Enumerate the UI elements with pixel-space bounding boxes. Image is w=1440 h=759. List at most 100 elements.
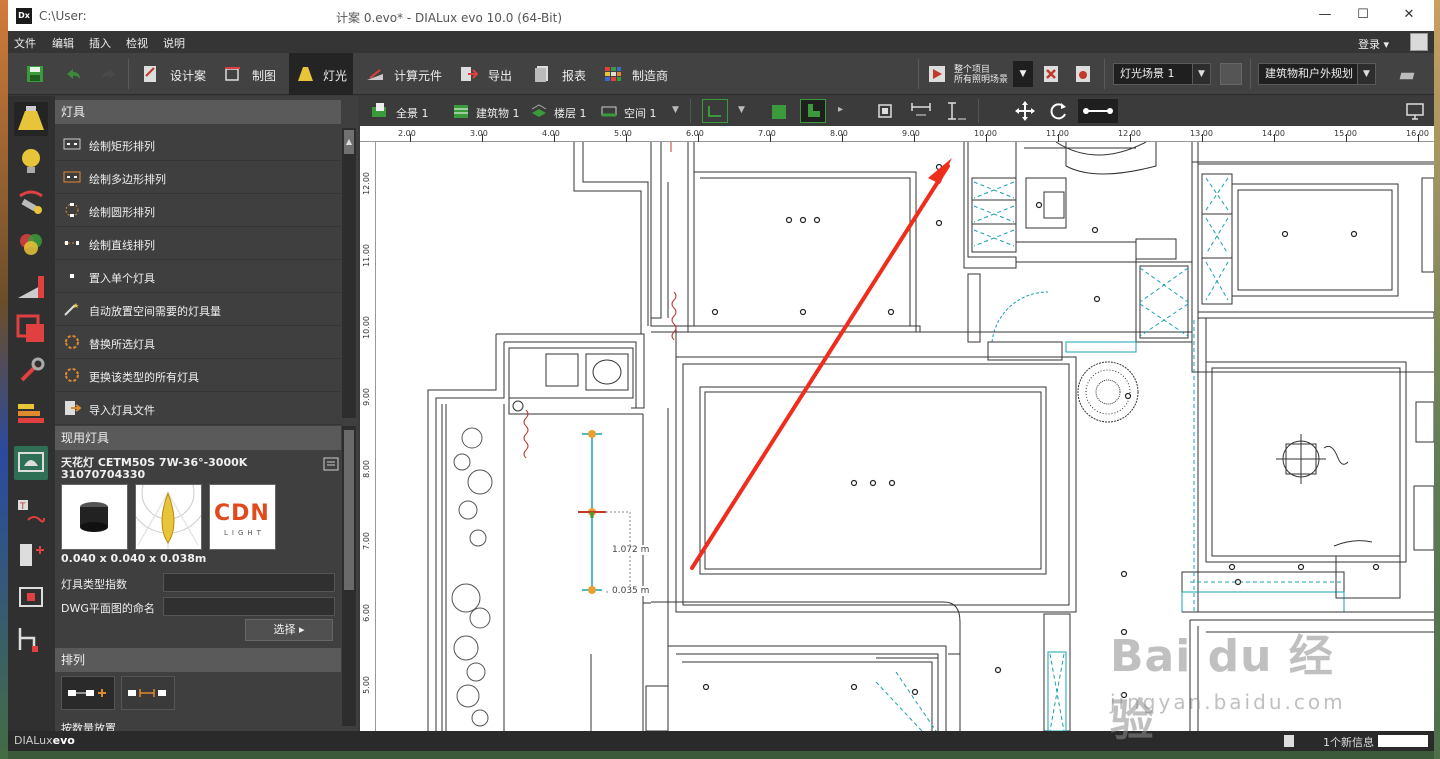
group-icon[interactable] [14,312,48,346]
tools-icon[interactable] [14,354,48,388]
chevron-down-icon: ▼ [1192,64,1210,84]
planning-mode-select[interactable]: 建筑物和户外规划 ▼ [1258,63,1376,85]
luminaire-panel: 灯具 ▲ 绘制矩形排列 绘制多边形排列 绘制圆形排列 绘制直线排列 置入单个灯具… [55,96,358,731]
move-button[interactable] [1012,99,1038,123]
close-button[interactable]: ✕ [1394,5,1424,25]
redo-icon[interactable] [100,65,118,83]
tab-manufacturer[interactable]: 制造商 [604,53,676,95]
calculation-dropdown-button[interactable]: ▼ [1013,61,1033,87]
type-index-field[interactable] [163,573,335,592]
tab-calculation[interactable]: 计算元件 [366,53,456,95]
list-item-draw-line-array[interactable]: 绘制直线排列 [55,227,341,260]
menu-view[interactable]: 检视 [126,35,148,51]
tab-export[interactable]: 导出 [460,53,520,95]
building-icon [454,105,468,118]
menu-edit[interactable]: 编辑 [52,35,74,51]
list-item-draw-polygon-array[interactable]: 绘制多边形排列 [55,161,341,194]
select-button[interactable]: 选择 ▸ [245,619,333,641]
calculation-settings-icon[interactable] [1074,65,1092,83]
array-spacing-icon [128,689,166,697]
light-scene-select[interactable]: 灯光场景 1 ▼ [1113,63,1211,85]
list-item-replace-selected[interactable]: 替换所选灯具 [55,326,341,359]
list-item-draw-rectangle-array[interactable]: 绘制矩形排列 [55,128,341,161]
zoom-fit-button[interactable] [872,99,898,123]
list-item-place-single[interactable]: 置入单个灯具 [55,260,341,293]
avatar[interactable] [1410,33,1428,51]
scroll-up-arrow[interactable]: ▲ [344,130,354,154]
current-luminaire-header: 现用灯具 [55,426,341,450]
panel-scrollbar[interactable]: ▲ [342,128,356,418]
floor-plan-view-button[interactable] [800,99,826,123]
magic-wand-icon [64,303,79,316]
dwg-name-field[interactable] [163,597,335,616]
light-scene-editor-button[interactable] [1220,63,1242,85]
list-item-auto-place[interactable]: 自动放置空间需要的灯具量 [55,293,341,326]
ruler-tick-label: 5.00 [362,676,371,694]
minimize-button[interactable]: — [1310,5,1340,25]
2d-view-button[interactable] [702,99,728,123]
undo-icon[interactable] [64,65,82,83]
tab-light[interactable]: 灯光 [289,53,353,95]
list-item-replace-type[interactable]: 更换该类型的所有灯具 [55,359,341,392]
arrangement-add-button[interactable] [61,676,115,710]
circle-array-icon [65,203,79,217]
monitor-icon[interactable] [14,446,48,480]
chevron-down-icon[interactable]: ▼ [738,105,745,115]
measure-vertical-button[interactable] [944,99,970,123]
room-icon [601,106,617,117]
text-annotation-icon[interactable]: T [14,496,48,530]
3d-view-button[interactable] [766,99,792,123]
delete-results-icon[interactable] [1042,65,1060,83]
start-calculation-icon[interactable] [928,65,946,83]
array-add-icon [68,689,106,697]
toolbar-separator [1250,59,1251,89]
align-line-button[interactable] [1078,99,1118,123]
list-item-draw-circle-array[interactable]: 绘制圆形排列 [55,194,341,227]
toolbar-separator [128,59,129,89]
menu-file[interactable]: 文件 [14,35,36,51]
align-icon[interactable] [14,622,48,656]
scrollbar-thumb[interactable] [344,430,354,590]
spotlight-icon [298,67,313,81]
chevron-right-icon[interactable]: ▸ [838,104,843,115]
layout-icon[interactable] [1398,67,1416,85]
replace-all-icon [65,368,79,382]
rotate-icon [1050,103,1066,120]
rotate-button[interactable] [1046,99,1072,123]
intensity-ramp-icon[interactable] [14,270,48,304]
ruler-tick [1418,134,1419,142]
tab-report[interactable]: 报表 [534,53,594,95]
fixture-details-icon[interactable] [323,457,339,471]
menu-help[interactable]: 说明 [163,35,185,51]
export-icon [461,67,478,81]
login-link[interactable]: 登录 ▾ [1358,36,1389,52]
display-settings-button[interactable] [1402,99,1428,123]
ruler-tick [482,134,483,142]
calculation-scope[interactable]: 整个项目 所有照明场景 [954,65,1008,85]
light-bulb-icon[interactable] [14,144,48,178]
progress-bar [1378,735,1428,747]
document-edit-icon [144,66,156,82]
selection-frame-icon[interactable] [14,580,48,614]
import-file-icon [65,401,81,415]
ruler-tick-label: 10.00 [362,316,371,339]
measure-horizontal-button[interactable] [908,99,934,123]
left-tool-strip: T [8,96,55,731]
bar-chart-icon[interactable] [14,396,48,430]
color-filter-icon[interactable] [14,228,48,262]
tab-drawing[interactable]: 制图 [224,53,284,95]
arrangement-spacing-button[interactable] [121,676,175,710]
light-distribution-curve [127,452,209,550]
luminaire-spotlight-icon[interactable] [14,102,48,136]
insert-plan-icon[interactable] [14,538,48,572]
panel-scrollbar-lower[interactable] [342,426,356,726]
list-item-import-file[interactable]: 导入灯具文件 [55,392,341,425]
maximize-button[interactable]: ☐ [1348,5,1378,25]
report-icon [535,66,548,82]
tab-design[interactable]: 设计案 [142,53,214,95]
menu-insert[interactable]: 插入 [89,35,111,51]
aim-luminaire-icon[interactable] [14,186,48,220]
floor-icon [531,104,547,117]
svg-text:T: T [19,502,26,512]
save-icon[interactable] [26,65,44,83]
